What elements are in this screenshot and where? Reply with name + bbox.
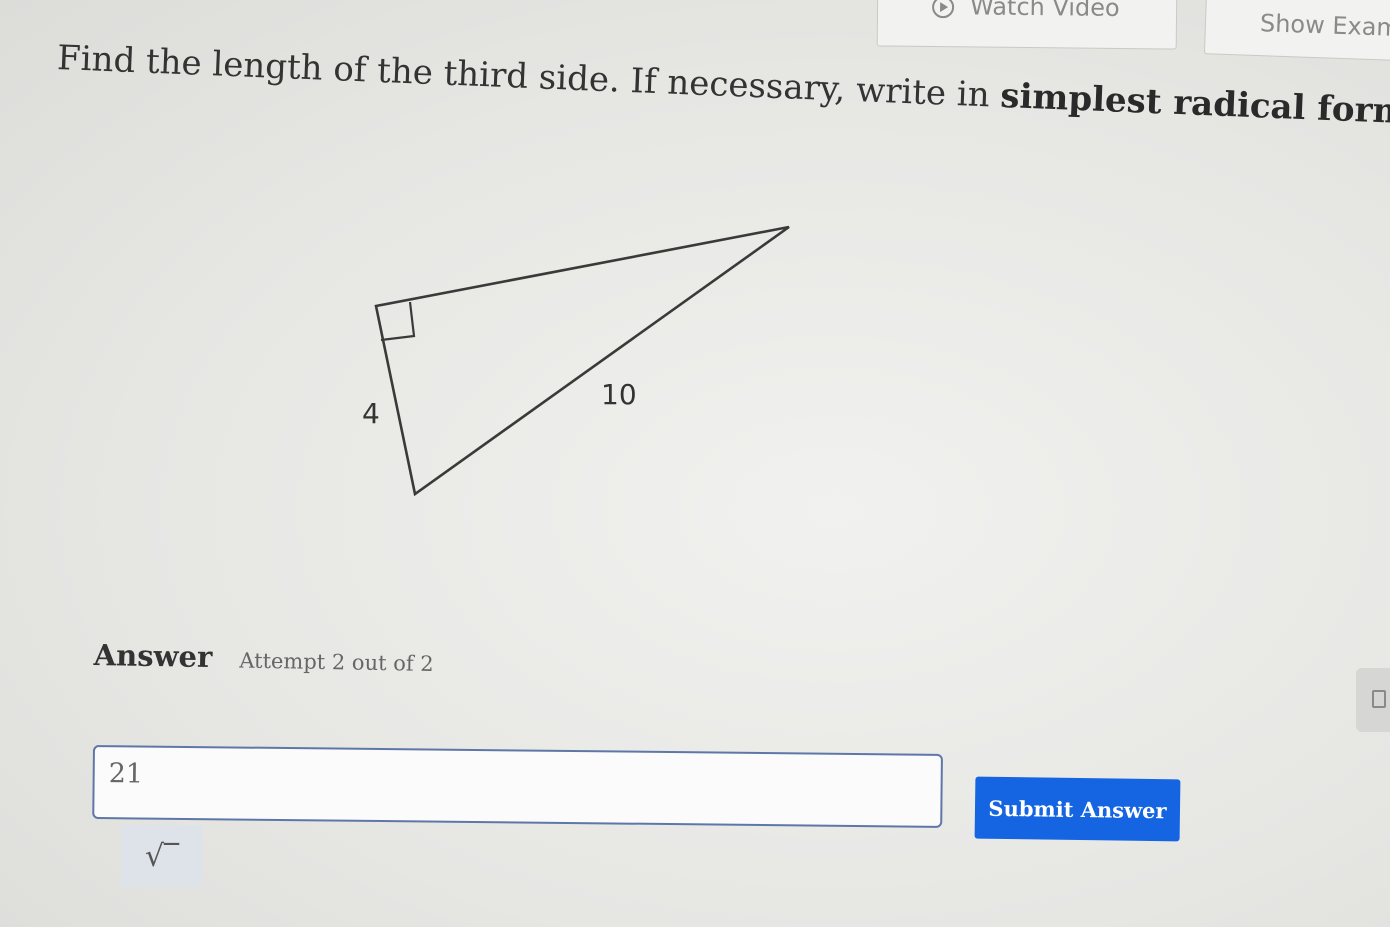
question-prefix: Find the length of the third side. If ne… [56,38,1002,116]
play-icon [931,0,955,19]
watch-video-button[interactable]: Watch Video [876,0,1178,50]
question-emphasis: simplest radical form [999,75,1390,133]
submit-answer-button[interactable]: Submit Answer [974,776,1181,842]
show-example-label: Show Exam [1259,9,1390,42]
attempt-counter: Attempt 2 out of 2 [239,648,434,676]
answer-header: Answer Attempt 2 out of 2 [93,638,434,678]
document-icon [1372,690,1386,708]
answer-input[interactable] [92,745,943,828]
right-angle-marker [380,301,416,342]
question-text: Find the length of the third side. If ne… [56,38,1390,132]
hypotenuse-label: 10 [601,378,637,411]
leg-label: 4 [362,397,380,430]
answer-title: Answer [93,638,213,675]
page: Watch Video Show Exam Find the length of… [0,0,1390,927]
show-example-button[interactable]: Show Exam [1203,0,1390,62]
square-root-button[interactable]: √‾ [121,825,203,887]
right-triangle [374,225,790,497]
watch-video-label: Watch Video [969,0,1120,22]
side-panel-tab[interactable] [1356,668,1390,732]
